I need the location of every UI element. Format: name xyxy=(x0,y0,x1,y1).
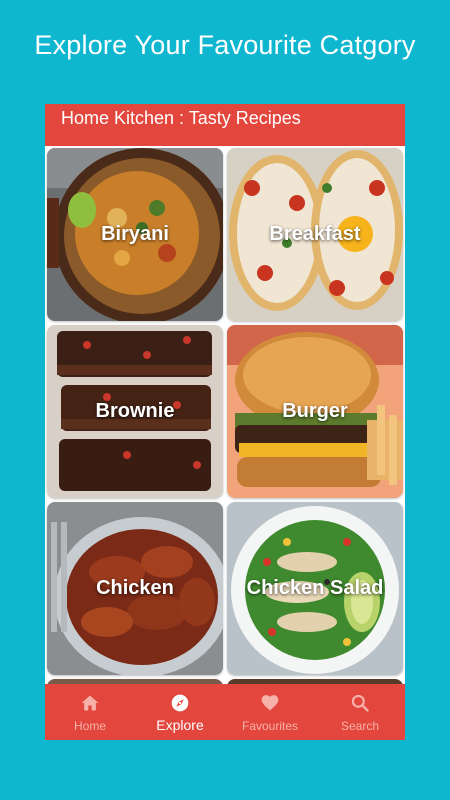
category-grid[interactable]: Biryani Breakfast Brownie Burger Chicken… xyxy=(45,146,405,686)
heart-icon xyxy=(261,695,279,711)
category-card-biryani[interactable]: Biryani xyxy=(47,148,223,321)
category-label: Chicken xyxy=(96,577,174,599)
bottom-navigation: Home Explore Favourites Search xyxy=(45,684,405,740)
category-label: Burger xyxy=(282,400,348,422)
app-title: Home Kitchen : Tasty Recipes xyxy=(61,108,301,128)
nav-label: Explore xyxy=(156,717,204,733)
search-icon xyxy=(351,694,369,712)
nav-favourites[interactable]: Favourites xyxy=(225,684,315,740)
nav-explore[interactable]: Explore xyxy=(135,684,225,740)
category-card-chicken-salad[interactable]: Chicken Salad xyxy=(227,502,403,675)
category-label: Breakfast xyxy=(269,223,361,245)
app-screen: Home Kitchen : Tasty Recipes Biryani Bre… xyxy=(45,104,405,740)
category-label: Chicken Salad xyxy=(246,577,384,599)
category-card-chicken[interactable]: Chicken xyxy=(47,502,223,675)
home-icon xyxy=(81,695,99,711)
category-label: Biryani xyxy=(101,223,169,245)
category-label: Brownie xyxy=(95,400,175,422)
nav-search[interactable]: Search xyxy=(315,684,405,740)
compass-icon xyxy=(171,694,189,712)
nav-label: Favourites xyxy=(241,719,299,733)
nav-label: Search xyxy=(340,719,380,733)
category-card-burger[interactable]: Burger xyxy=(227,325,403,498)
category-card-brownie[interactable]: Brownie xyxy=(47,325,223,498)
category-card-breakfast[interactable]: Breakfast xyxy=(227,148,403,321)
nav-home[interactable]: Home xyxy=(45,684,135,740)
app-bar: Home Kitchen : Tasty Recipes xyxy=(45,104,405,146)
nav-label: Home xyxy=(73,719,106,733)
page-headline: Explore Your Favourite Catgory xyxy=(34,30,416,60)
